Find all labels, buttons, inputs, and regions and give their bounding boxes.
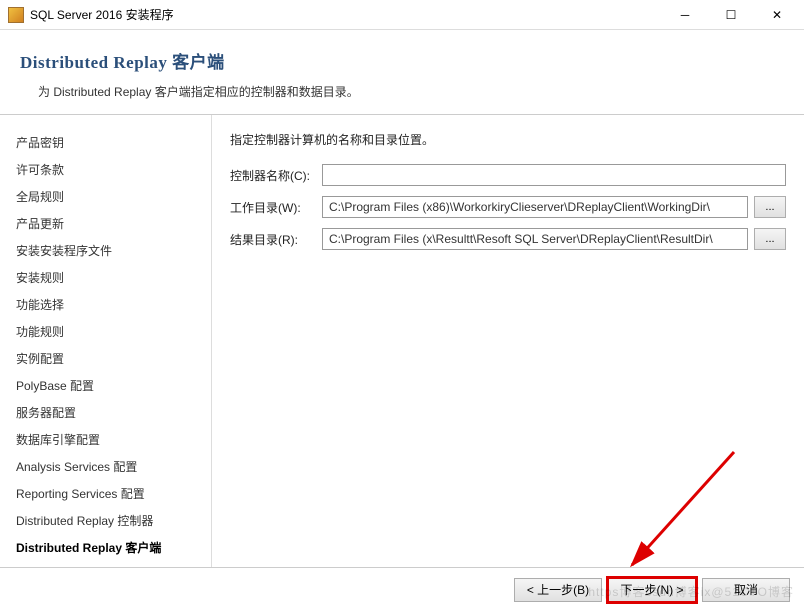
sidebar-item-6[interactable]: 功能选择 [14, 291, 201, 318]
page-header: Distributed Replay 客户端 为 Distributed Rep… [0, 30, 804, 115]
sidebar-item-7[interactable]: 功能规则 [14, 318, 201, 345]
sidebar-item-14[interactable]: Distributed Replay 控制器 [14, 507, 201, 534]
window-controls: ─ ☐ ✕ [662, 1, 800, 29]
controller-input[interactable] [322, 164, 786, 186]
maximize-button[interactable]: ☐ [708, 1, 754, 29]
app-icon [8, 7, 24, 23]
sidebar-item-11[interactable]: 数据库引擎配置 [14, 426, 201, 453]
window-title: SQL Server 2016 安装程序 [30, 6, 662, 23]
resultdir-browse-button[interactable]: ... [754, 228, 786, 250]
workdir-label: 工作目录(W): [230, 199, 322, 216]
sidebar-item-5[interactable]: 安装规则 [14, 264, 201, 291]
resultdir-row: 结果目录(R): ... [230, 228, 786, 250]
sidebar-item-13[interactable]: Reporting Services 配置 [14, 480, 201, 507]
resultdir-label: 结果目录(R): [230, 231, 322, 248]
watermark-text: https博客csdn博客ix@51CTO博客 [588, 583, 794, 600]
sidebar-item-3[interactable]: 产品更新 [14, 210, 201, 237]
sidebar-item-8[interactable]: 实例配置 [14, 345, 201, 372]
wizard-content: 指定控制器计算机的名称和目录位置。 控制器名称(C): 工作目录(W): ...… [212, 115, 804, 567]
sidebar-item-0[interactable]: 产品密钥 [14, 129, 201, 156]
wizard-sidebar: 产品密钥许可条款全局规则产品更新安装安装程序文件安装规则功能选择功能规则实例配置… [0, 115, 212, 567]
close-button[interactable]: ✕ [754, 1, 800, 29]
sidebar-item-2[interactable]: 全局规则 [14, 183, 201, 210]
page-title: Distributed Replay 客户端 [20, 48, 784, 73]
controller-label: 控制器名称(C): [230, 167, 322, 184]
sidebar-item-12[interactable]: Analysis Services 配置 [14, 453, 201, 480]
sidebar-item-1[interactable]: 许可条款 [14, 156, 201, 183]
minimize-button[interactable]: ─ [662, 1, 708, 29]
content-description: 指定控制器计算机的名称和目录位置。 [230, 131, 786, 148]
sidebar-item-4[interactable]: 安装安装程序文件 [14, 237, 201, 264]
controller-row: 控制器名称(C): [230, 164, 786, 186]
workdir-input[interactable] [322, 196, 748, 218]
page-body: 产品密钥许可条款全局规则产品更新安装安装程序文件安装规则功能选择功能规则实例配置… [0, 115, 804, 567]
workdir-browse-button[interactable]: ... [754, 196, 786, 218]
sidebar-item-15[interactable]: Distributed Replay 客户端 [14, 534, 201, 561]
resultdir-input[interactable] [322, 228, 748, 250]
window-titlebar: SQL Server 2016 安装程序 ─ ☐ ✕ [0, 0, 804, 30]
workdir-row: 工作目录(W): ... [230, 196, 786, 218]
page-subtitle: 为 Distributed Replay 客户端指定相应的控制器和数据目录。 [20, 83, 784, 100]
sidebar-item-9[interactable]: PolyBase 配置 [14, 372, 201, 399]
sidebar-item-10[interactable]: 服务器配置 [14, 399, 201, 426]
